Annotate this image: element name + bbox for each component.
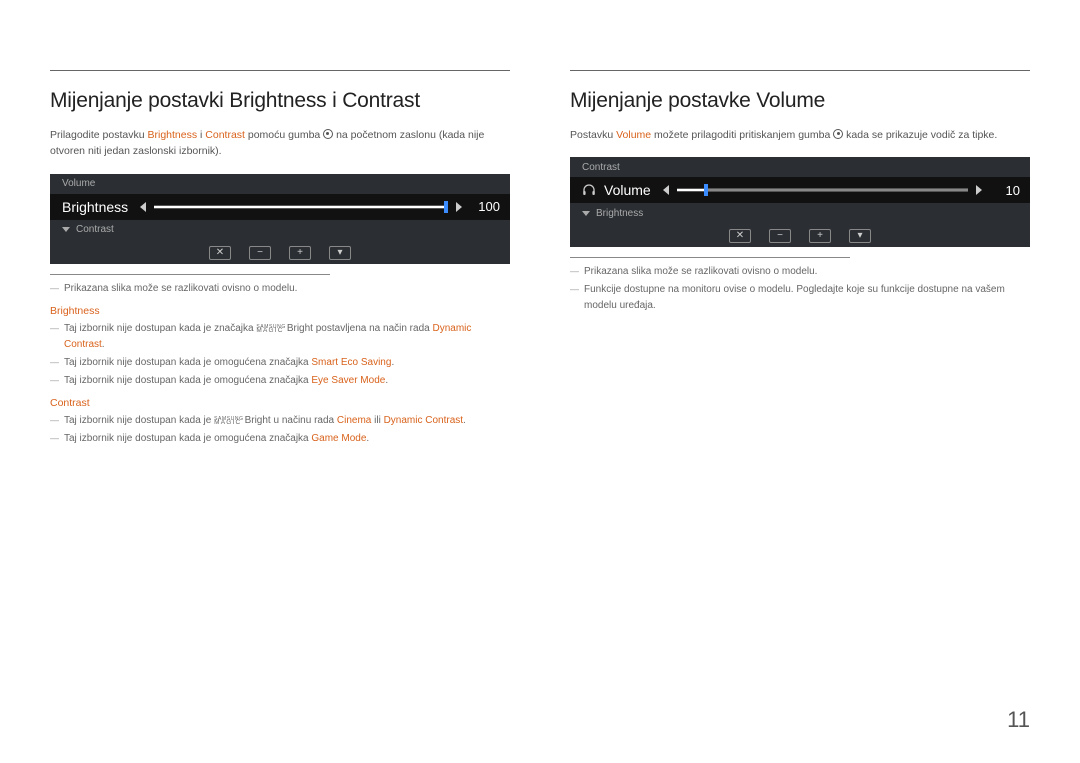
note: Taj izbornik nije dostupan kada je omogu…	[50, 373, 510, 389]
note: Prikazana slika može se razlikovati ovis…	[570, 264, 1030, 280]
volume-slider[interactable]	[677, 188, 968, 192]
jog-icon	[323, 129, 333, 139]
osd-main-label: Volume	[604, 182, 651, 198]
down-icon[interactable]: ▾	[329, 246, 351, 260]
t: pomoću gumba	[245, 129, 323, 141]
close-icon[interactable]: ✕	[729, 229, 751, 243]
osd-bottom-label: Contrast	[76, 224, 114, 235]
plus-icon[interactable]: +	[289, 246, 311, 260]
osd-main-label: Brightness	[62, 199, 128, 215]
plus-icon[interactable]: +	[809, 229, 831, 243]
subhead-contrast: Contrast	[50, 397, 510, 409]
kw: Game Mode	[311, 433, 366, 444]
t: Bright	[287, 323, 313, 334]
note: Taj izbornik nije dostupan kada je SAMSU…	[50, 413, 510, 429]
osd-top-label: Volume	[62, 178, 95, 189]
t: Bright	[245, 415, 271, 426]
osd-value: 10	[990, 183, 1020, 198]
osd-top-label: Contrast	[582, 162, 620, 173]
right-column: Mijenjanje postavke Volume Postavku Volu…	[570, 70, 1030, 449]
rule	[50, 70, 510, 71]
kw: Cinema	[337, 415, 371, 426]
right-arrow-icon[interactable]	[976, 185, 982, 195]
osd-bottom-row: Contrast	[50, 220, 510, 240]
osd-main-row: Volume 10	[570, 177, 1030, 203]
note: Prikazana slika može se razlikovati ovis…	[50, 281, 510, 297]
samsung-magic-icon: SAMSUNGMAGIC	[214, 418, 243, 425]
note: Taj izbornik nije dostupan kada je znača…	[50, 321, 510, 353]
samsung-magic-icon: SAMSUNGMAGIC	[256, 326, 285, 333]
left-arrow-icon[interactable]	[663, 185, 669, 195]
kw: Eye Saver Mode	[311, 375, 385, 386]
t: postavljena na način rada	[313, 323, 433, 334]
osd-top-row: Volume	[50, 174, 510, 194]
page-number: 11	[1007, 707, 1030, 733]
heading-volume: Mijenjanje postavke Volume	[570, 89, 1030, 113]
t: u načinu rada	[271, 415, 337, 426]
heading-brightness-contrast: Mijenjanje postavki Brightness i Contras…	[50, 89, 510, 113]
t: možete prilagoditi pritiskanjem gumba	[651, 129, 833, 141]
kw-contrast: Contrast	[205, 129, 245, 141]
kw-brightness: Brightness	[147, 129, 197, 141]
brightness-slider[interactable]	[154, 205, 448, 209]
note: Taj izbornik nije dostupan kada je omogu…	[50, 431, 510, 447]
osd-button-bar: ✕ − + ▾	[570, 223, 1030, 247]
osd-brightness: Volume Brightness 100 Contrast ✕ − +	[50, 174, 510, 264]
t: Taj izbornik nije dostupan kada je omogu…	[64, 357, 311, 368]
t: ili	[371, 415, 383, 426]
subhead-brightness: Brightness	[50, 305, 510, 317]
t: Taj izbornik nije dostupan kada je omogu…	[64, 375, 311, 386]
note-rule	[50, 274, 330, 275]
minus-icon[interactable]: −	[769, 229, 791, 243]
osd-button-bar: ✕ − + ▾	[50, 240, 510, 264]
osd-value: 100	[470, 199, 500, 214]
t: Taj izbornik nije dostupan kada je omogu…	[64, 433, 311, 444]
close-icon[interactable]: ✕	[209, 246, 231, 260]
t: Taj izbornik nije dostupan kada je znača…	[64, 323, 256, 334]
right-arrow-icon[interactable]	[456, 202, 462, 212]
osd-top-row: Contrast	[570, 157, 1030, 177]
t: Taj izbornik nije dostupan kada je	[64, 415, 214, 426]
minus-icon[interactable]: −	[249, 246, 271, 260]
intro-left: Prilagodite postavku Brightness i Contra…	[50, 127, 510, 160]
left-arrow-icon[interactable]	[140, 202, 146, 212]
down-icon[interactable]: ▾	[849, 229, 871, 243]
t: kada se prikazuje vodič za tipke.	[843, 129, 997, 141]
osd-main-row: Brightness 100	[50, 194, 510, 220]
left-column: Mijenjanje postavki Brightness i Contras…	[50, 70, 510, 449]
osd-volume: Contrast Volume 10 Brightness	[570, 157, 1030, 247]
jog-icon	[833, 129, 843, 139]
rule	[570, 70, 1030, 71]
intro-right: Postavku Volume možete prilagoditi priti…	[570, 127, 1030, 143]
t: Postavku	[570, 129, 616, 141]
kw: Dynamic Contrast	[384, 415, 463, 426]
osd-bottom-row: Brightness	[570, 203, 1030, 223]
osd-bottom-label: Brightness	[596, 208, 643, 219]
kw: Smart Eco Saving	[311, 357, 391, 368]
kw-volume: Volume	[616, 129, 651, 141]
note: Funkcije dostupne na monitoru ovise o mo…	[570, 282, 1030, 314]
headphones-icon	[582, 183, 596, 197]
note-rule	[570, 257, 850, 258]
t: Prilagodite postavku	[50, 129, 147, 141]
note: Taj izbornik nije dostupan kada je omogu…	[50, 355, 510, 371]
